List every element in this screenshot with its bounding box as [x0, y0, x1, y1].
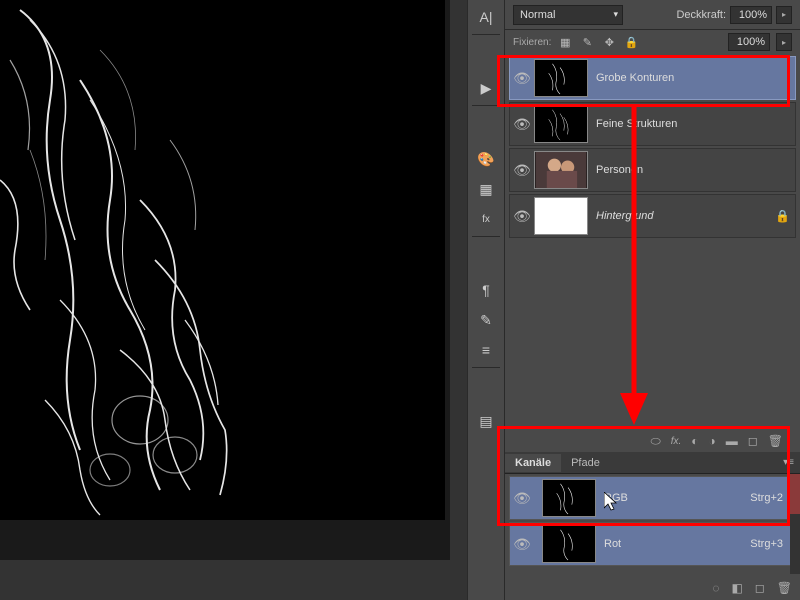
- lock-position-icon[interactable]: ✥: [601, 34, 617, 50]
- type-tool-icon[interactable]: A|: [471, 4, 501, 30]
- layer-row-feine-strukturen[interactable]: 👁 Feine Strukturen: [509, 102, 796, 146]
- visibility-toggle[interactable]: 👁: [510, 70, 534, 87]
- channel-thumbnail[interactable]: [542, 479, 596, 517]
- scroll-thumb[interactable]: [790, 474, 800, 514]
- tool-dock: A| ▶ 🎨 ▦ fx ¶ ✎ ≡ ▤: [467, 0, 505, 600]
- layer-row-personen[interactable]: 👁 Personen: [509, 148, 796, 192]
- layer-thumbnail[interactable]: [534, 197, 588, 235]
- mask-channel-icon[interactable]: ◧: [731, 581, 742, 595]
- lock-brush-icon[interactable]: ✎: [579, 34, 595, 50]
- layer-name-label: Feine Strukturen: [596, 118, 795, 130]
- channel-name-label: RGB: [604, 492, 750, 504]
- trash-icon[interactable]: 🗑: [768, 434, 783, 448]
- channels-list: 👁 RGB Strg+2 👁 Rot Strg+3: [505, 474, 800, 570]
- visibility-toggle[interactable]: 👁: [510, 536, 534, 553]
- adjustment-icon[interactable]: ◑: [709, 434, 716, 448]
- layer-thumbnail[interactable]: [534, 105, 588, 143]
- visibility-toggle[interactable]: 👁: [510, 116, 534, 133]
- new-channel-icon[interactable]: ◻: [755, 581, 765, 595]
- visibility-toggle[interactable]: 👁: [510, 490, 534, 507]
- fill-stepper[interactable]: ▸: [776, 33, 792, 51]
- tab-paths[interactable]: Pfade: [561, 454, 610, 472]
- channel-row-rgb[interactable]: 👁 RGB Strg+2: [509, 476, 796, 520]
- align-icon[interactable]: ≡: [471, 337, 501, 363]
- panel-tabs: Kanäle Pfade ▾≡: [505, 452, 800, 474]
- tab-channels[interactable]: Kanäle: [505, 454, 561, 472]
- channels-panel: Kanäle Pfade ▾≡ 👁 RGB Strg+2 👁 Rot Strg+…: [505, 452, 800, 570]
- channel-name-label: Rot: [604, 538, 750, 550]
- lock-label: Fixieren:: [513, 37, 551, 48]
- swatches-icon[interactable]: 🎨: [471, 146, 501, 172]
- link-icon[interactable]: ⬭: [650, 434, 660, 449]
- blend-mode-dropdown[interactable]: Normal: [513, 5, 623, 25]
- lock-all-icon[interactable]: 🔒: [623, 34, 639, 50]
- panel-menu-icon[interactable]: ▾≡: [777, 457, 800, 468]
- opacity-input[interactable]: 100%: [730, 6, 772, 24]
- grid-icon[interactable]: ▦: [471, 176, 501, 202]
- channel-shortcut-label: Strg+2: [750, 492, 795, 504]
- layers-options-bar: Normal Deckkraft: 100% ▸: [505, 0, 800, 30]
- visibility-toggle[interactable]: 👁: [510, 162, 534, 179]
- brush-settings-icon[interactable]: ✎: [471, 307, 501, 333]
- layer-thumbnail[interactable]: [534, 151, 588, 189]
- stack-icon[interactable]: ▤: [471, 408, 501, 434]
- visibility-toggle[interactable]: 👁: [510, 208, 534, 225]
- layers-bottom-toolbar: ⬭ fx. ◐ ◑ ▬ ◻ 🗑: [505, 430, 793, 452]
- lock-pixels-icon[interactable]: ▦: [557, 34, 573, 50]
- channels-bottom-toolbar: ◌ ◧ ◻ 🗑: [505, 578, 792, 598]
- layer-row-hintergrund[interactable]: 👁 Hintergrund 🔒: [509, 194, 796, 238]
- layer-row-grobe-konturen[interactable]: 👁 Grobe Konturen: [509, 56, 796, 100]
- lock-bar: Fixieren: ▦ ✎ ✥ 🔒 100% ▸: [505, 30, 800, 54]
- layer-thumbnail[interactable]: [534, 59, 588, 97]
- fx-icon[interactable]: fx.: [671, 436, 682, 447]
- layers-list: 👁 Grobe Konturen 👁 Feine Strukturen 👁 Pe…: [505, 54, 800, 242]
- trash-icon[interactable]: 🗑: [777, 581, 792, 595]
- layer-name-label: Personen: [596, 164, 795, 176]
- play-icon[interactable]: ▶: [471, 75, 501, 101]
- opacity-stepper[interactable]: ▸: [776, 6, 792, 24]
- folder-icon[interactable]: ▬: [726, 434, 738, 448]
- layer-name-label: Grobe Konturen: [596, 72, 795, 84]
- opacity-label: Deckkraft:: [676, 9, 726, 21]
- paragraph-icon[interactable]: ¶: [471, 277, 501, 303]
- fx-icon[interactable]: fx: [471, 206, 501, 232]
- layer-name-label: Hintergrund: [596, 210, 775, 222]
- scrollbar[interactable]: [790, 474, 800, 574]
- document-canvas[interactable]: [0, 0, 445, 520]
- channel-row-rot[interactable]: 👁 Rot Strg+3: [509, 522, 796, 566]
- canvas-area: [0, 0, 450, 560]
- new-layer-icon[interactable]: ◻: [748, 434, 758, 448]
- channel-thumbnail[interactable]: [542, 525, 596, 563]
- fill-input[interactable]: 100%: [728, 33, 770, 51]
- mask-icon[interactable]: ◐: [691, 434, 698, 448]
- channel-shortcut-label: Strg+3: [750, 538, 795, 550]
- lock-icon: 🔒: [775, 209, 795, 223]
- selection-icon[interactable]: ◌: [712, 581, 719, 595]
